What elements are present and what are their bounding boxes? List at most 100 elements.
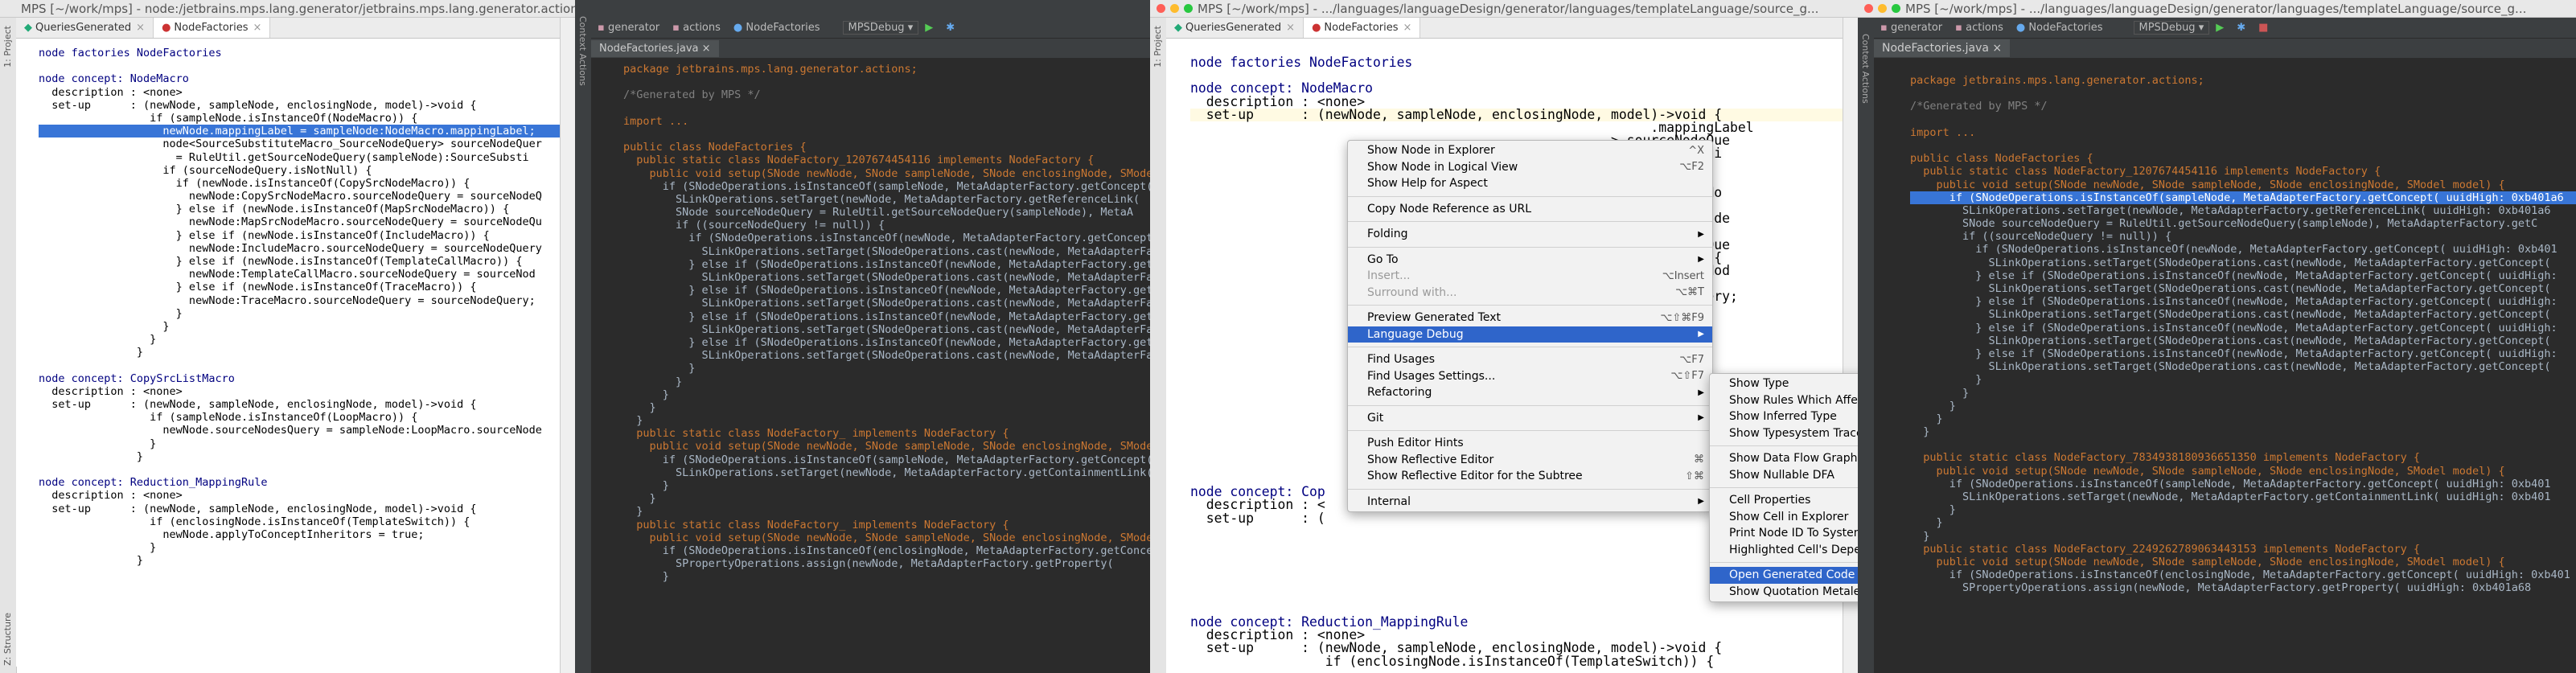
menu-item-refactoring[interactable]: Refactoring ▶ [1348, 384, 1712, 401]
menu-item-show-reflective-editor-for-the-subtree[interactable]: Show Reflective Editor for the Subtree ⇧⌘ [1348, 468, 1712, 485]
menu-item-show-cell-in-explorer[interactable]: Show Cell in Explorer [1710, 509, 1858, 526]
tab-node-factories[interactable]: ● NodeFactories × [1304, 18, 1421, 38]
navigation-bar: ▪ generator ▪ actions ● NodeFactories MP… [1874, 18, 2576, 39]
stop-icon[interactable]: ■ [2252, 22, 2274, 34]
menu-item-show-node-in-explorer[interactable]: Show Node in Explorer ^X [1348, 142, 1712, 159]
code-line: description : <none> [39, 85, 183, 99]
code-line: public static class NodeFactory_12076744… [623, 154, 1095, 167]
menu-shortcut: ⇧⌘ [1685, 470, 1704, 482]
code-editor[interactable]: package jetbrains.mps.lang.generator.act… [591, 58, 1150, 673]
zoom-window-button[interactable] [1184, 4, 1193, 13]
run-config-select[interactable]: MPSDebug ▾ [842, 21, 919, 35]
menu-shortcut: ⌥F7 [1679, 353, 1704, 366]
breadcrumb-nodefactories[interactable]: ● NodeFactories [2010, 22, 2110, 34]
debug-icon[interactable]: ✱ [2230, 22, 2252, 34]
submenu-arrow-icon: ▶ [1698, 229, 1704, 239]
tab-nodefactories-java[interactable]: NodeFactories.java × [1874, 39, 2011, 57]
context-actions-tool-button[interactable]: Context Actions [577, 16, 588, 86]
code-line: } else if (SNodeOperations.isInstanceOf(… [623, 310, 1150, 323]
menu-item-show-rules-which-affect-node-s-type[interactable]: Show Rules Which Affect Node's Type⌥⌘T [1710, 392, 1858, 409]
tab-node-factories[interactable]: ● NodeFactories × [154, 18, 271, 38]
code-line: = RuleUtil.getSourceNodeQuery(sampleNode… [39, 150, 529, 164]
submenu-arrow-icon: ▶ [1698, 330, 1704, 339]
menu-item-show-typesystem-trace[interactable]: Show Typesystem Trace⇧⌘X [1710, 425, 1858, 442]
menu-item-go-to[interactable]: Go To ▶ [1348, 252, 1712, 269]
editor-tabs: ◆ QueriesGenerated × ● NodeFactories × [16, 18, 575, 39]
project-tool-button[interactable]: 1: Project [2, 26, 13, 68]
code-line: if (enclosingNode.isInstanceOf(TemplateS… [1190, 653, 1715, 669]
menu-item-show-reflective-editor[interactable]: Show Reflective Editor ⌘ [1348, 452, 1712, 469]
menu-item-print-node-id-to-system-out[interactable]: Print Node ID To System.out [1710, 525, 1858, 542]
menu-separator [1348, 305, 1712, 306]
menu-item-preview-generated-text[interactable]: Preview Generated Text ⌥⇧⌘F9 [1348, 310, 1712, 326]
run-icon[interactable]: ▶ [918, 22, 939, 34]
code-line: } else if (newNode.isInstanceOf(MapSrcNo… [39, 203, 510, 216]
menu-item-find-usages[interactable]: Find Usages ⌥F7 [1348, 351, 1712, 368]
submenu-arrow-icon: ▶ [1698, 255, 1704, 265]
structure-tool-button[interactable]: Z: Structure [2, 613, 13, 666]
breadcrumb-actions[interactable]: ▪ actions [1949, 22, 2010, 34]
context-actions-tool-button[interactable]: Context Actions [1860, 34, 1871, 104]
class-icon: ● [733, 22, 743, 34]
menu-item-internal[interactable]: Internal ▶ [1348, 494, 1712, 511]
breadcrumb-generator[interactable]: ▪ generator [591, 22, 666, 34]
code-line: } [39, 333, 157, 347]
close-icon[interactable]: × [1286, 22, 1295, 34]
menu-shortcut: ⌥⌘T [1675, 286, 1704, 299]
window-titlebar: MPS [~/work/mps] - .../languages/languag… [1150, 0, 1858, 18]
code-line: } [623, 388, 669, 401]
menu-item-copy-node-reference-as-url[interactable]: Copy Node Reference as URL [1348, 201, 1712, 218]
menu-item-push-editor-hints[interactable]: Push Editor Hints [1348, 435, 1712, 452]
breadcrumb-actions[interactable]: ▪ actions [666, 22, 727, 34]
tab-queries-generated[interactable]: ◆ QueriesGenerated × [16, 18, 154, 38]
menu-item-show-type[interactable]: Show Type⇧⌘T [1710, 375, 1858, 392]
code-line: newNode.applyToConceptInheritors = true; [39, 527, 425, 541]
breadcrumb-nodefactories[interactable]: ● NodeFactories [727, 22, 827, 34]
menu-item-show-nullable-dfa[interactable]: Show Nullable DFA [1710, 467, 1858, 484]
tab-queries-generated[interactable]: ◆ QueriesGenerated × [1166, 18, 1304, 38]
tab-nodefactories-java[interactable]: NodeFactories.java × [591, 39, 719, 57]
code-editor[interactable]: node factories NodeFactories node concept… [16, 39, 575, 667]
menu-shortcut: ⌥⇧⌘F9 [1660, 311, 1704, 324]
minimize-window-button[interactable] [1878, 4, 1887, 13]
code-line: public static class NodeFactory_12076744… [1910, 165, 2381, 179]
menu-item-folding[interactable]: Folding ▶ [1348, 226, 1712, 243]
breadcrumb-generator[interactable]: ▪ generator [1874, 22, 1949, 34]
menu-item-show-node-in-logical-view[interactable]: Show Node in Logical View ⌥F2 [1348, 159, 1712, 176]
menu-separator [1348, 430, 1712, 431]
zoom-window-button[interactable] [1892, 4, 1900, 13]
run-icon[interactable]: ▶ [2209, 22, 2230, 34]
code-line: } else if (newNode.isInstanceOf(Template… [39, 255, 523, 268]
minimize-window-button[interactable] [1170, 4, 1179, 13]
menu-item-git[interactable]: Git ▶ [1348, 410, 1712, 427]
debug-icon[interactable]: ✱ [939, 22, 961, 34]
code-line: if (SNodeOperations.isInstanceOf(newNode… [1910, 243, 2558, 256]
menu-item-open-generated-code[interactable]: Open Generated Code⌥⇧⌘B [1710, 567, 1858, 584]
submenu-arrow-icon: ▶ [1698, 497, 1704, 507]
menu-item-insert[interactable]: Insert... ⌥Insert [1348, 268, 1712, 285]
code-editor[interactable]: package jetbrains.mps.lang.generator.act… [1874, 58, 2576, 673]
menu-item-highlighted-cell-s-dependent-nodes[interactable]: Highlighted Cell's Dependent Nodes⌥⇧H [1710, 542, 1858, 559]
submenu-arrow-icon: ▶ [1698, 413, 1704, 423]
close-icon[interactable]: × [1403, 22, 1412, 34]
close-icon[interactable]: × [136, 22, 145, 34]
close-window-button[interactable] [1157, 4, 1165, 13]
menu-item-language-debug[interactable]: Language Debug ▶ [1348, 326, 1712, 343]
scrollbar[interactable] [560, 18, 575, 673]
menu-item-cell-properties[interactable]: Cell Properties [1710, 492, 1858, 509]
menu-item-find-usages-settings[interactable]: Find Usages Settings... ⌥⇧F7 [1348, 368, 1712, 385]
code-line: package jetbrains.mps.lang.generator.act… [1910, 74, 2204, 87]
menu-item-show-data-flow-graph[interactable]: Show Data Flow Graph [1710, 450, 1858, 467]
menu-item-show-quotation-metalevel[interactable]: Show Quotation Metalevel [1710, 584, 1858, 601]
close-icon[interactable]: × [253, 22, 262, 34]
close-window-button[interactable] [1864, 4, 1873, 13]
menu-item-show-inferred-type[interactable]: Show Inferred Type [1710, 408, 1858, 425]
run-config-select[interactable]: MPSDebug ▾ [2133, 21, 2210, 35]
project-tool-button[interactable]: 1: Project [1152, 26, 1163, 68]
file-tabs: NodeFactories.java × [1874, 39, 2576, 59]
menu-item-surround-with[interactable]: Surround with... ⌥⌘T [1348, 285, 1712, 302]
menu-item-show-help-for-aspect[interactable]: Show Help for Aspect [1348, 175, 1712, 192]
